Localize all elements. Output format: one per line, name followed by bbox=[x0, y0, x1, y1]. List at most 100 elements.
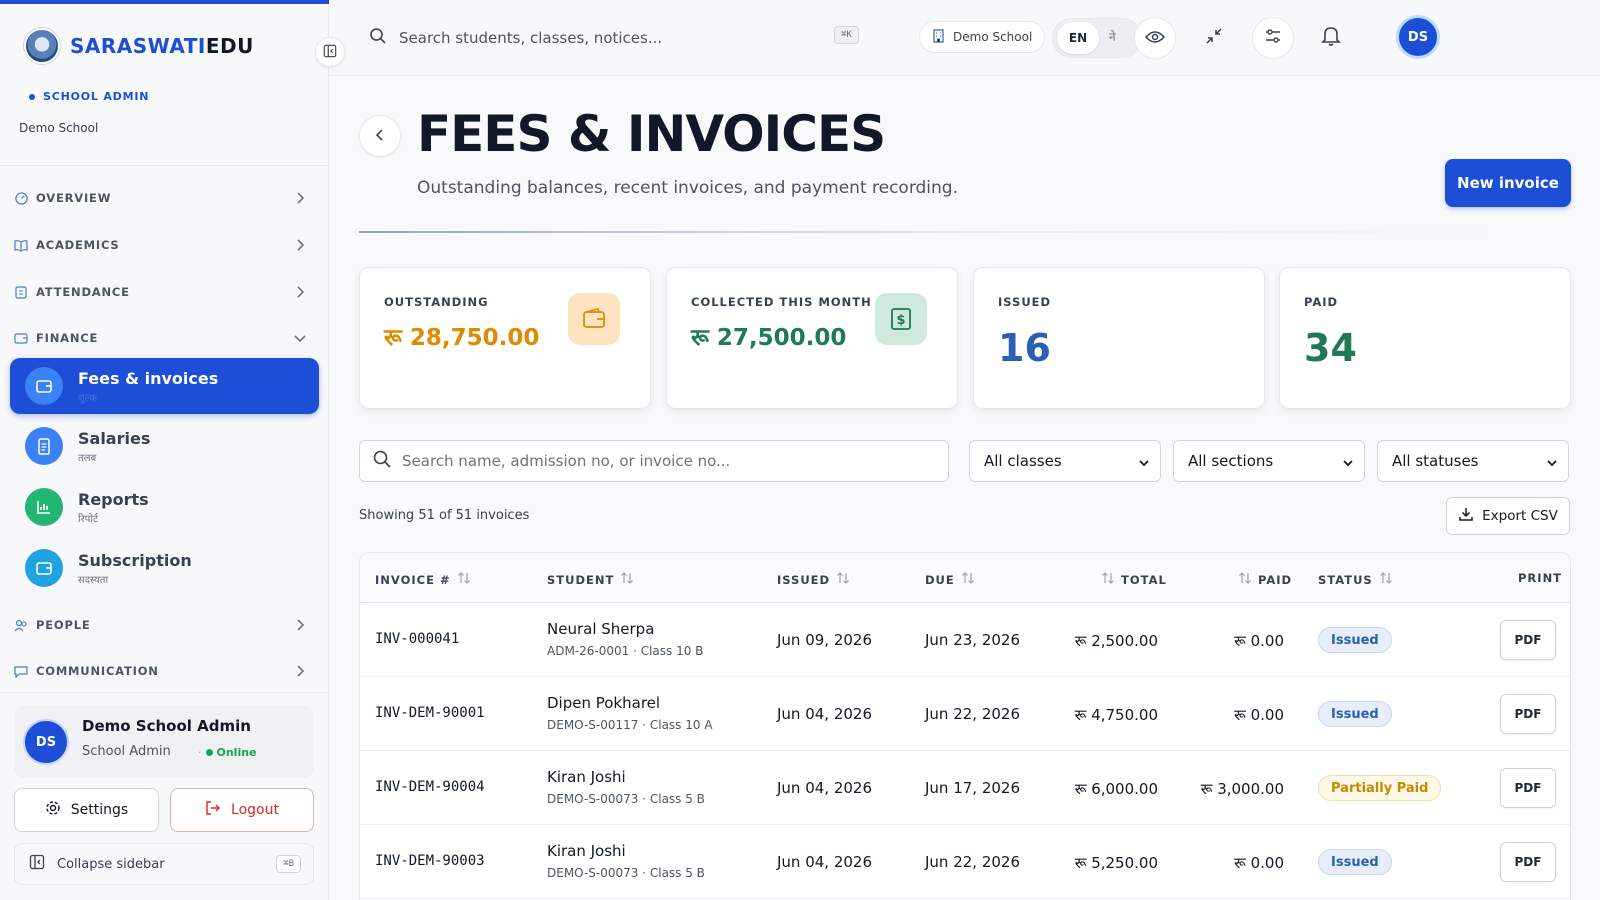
chevron-left-icon bbox=[373, 127, 387, 146]
table-row[interactable]: INV-DEM-90004 Kiran Joshi DEMO-S-00073 ·… bbox=[360, 751, 1570, 825]
stat-label: PAID bbox=[1304, 295, 1339, 309]
brand-part2: EDU bbox=[205, 34, 254, 58]
select-value: All sections bbox=[1188, 452, 1274, 470]
logo-icon bbox=[24, 28, 60, 64]
sidebar-item-sublabel: तलब bbox=[78, 452, 97, 464]
column-header-student[interactable]: STUDENT bbox=[547, 571, 634, 588]
student-name: Dipen Pokharel bbox=[547, 694, 661, 712]
settings-button[interactable]: Settings bbox=[14, 788, 159, 832]
nav-group-label: FINANCE bbox=[36, 331, 99, 345]
stat-value: 16 bbox=[998, 326, 1051, 370]
column-header-issued[interactable]: ISSUED bbox=[777, 571, 850, 588]
nav-group-finance[interactable]: FINANCE bbox=[14, 324, 314, 352]
sidebar-item-subscription[interactable]: Subscription सदस्यता bbox=[10, 540, 319, 596]
settings-label: Settings bbox=[70, 802, 129, 818]
lang-ne-option[interactable]: ने bbox=[1109, 28, 1116, 45]
search-icon bbox=[369, 27, 387, 49]
sidebar-item-fees-invoices[interactable]: Fees & invoices शुल्क bbox=[10, 358, 319, 414]
nav-group-communication[interactable]: COMMUNICATION bbox=[14, 657, 314, 685]
chevron-right-icon bbox=[292, 617, 308, 636]
student-meta: DEMO-S-00073 · Class 5 B bbox=[547, 792, 705, 806]
language-toggle[interactable]: EN ने bbox=[1052, 18, 1142, 58]
table-row[interactable]: INV-DEM-90003 Kiran Joshi DEMO-S-00073 ·… bbox=[360, 825, 1570, 899]
nav-group-overview[interactable]: OVERVIEW bbox=[14, 184, 314, 212]
chevron-right-icon bbox=[292, 237, 308, 256]
table-row[interactable]: INV-000041 Neural Sherpa ADM-26-0001 · C… bbox=[360, 603, 1570, 677]
logout-icon bbox=[205, 800, 221, 820]
print-pdf-button[interactable]: PDF bbox=[1500, 694, 1556, 734]
paid-amount: रू 0.00 bbox=[1234, 632, 1284, 650]
new-invoice-button[interactable]: New invoice bbox=[1445, 159, 1571, 207]
nav-group-label: COMMUNICATION bbox=[36, 664, 159, 678]
print-pdf-button[interactable]: PDF bbox=[1500, 620, 1556, 660]
export-csv-button[interactable]: Export CSV bbox=[1446, 497, 1570, 535]
stat-card-outstanding: OUTSTANDING रू 28,750.00 bbox=[359, 267, 651, 409]
brand[interactable]: SARASWATIEDU bbox=[24, 28, 254, 64]
column-header-total[interactable]: TOTAL bbox=[1101, 571, 1167, 588]
avatar[interactable]: DS bbox=[1396, 15, 1440, 59]
nav-group-label: PEOPLE bbox=[36, 618, 91, 632]
paid-amount: रू 0.00 bbox=[1234, 706, 1284, 724]
sidebar-toggle-button[interactable] bbox=[315, 37, 345, 67]
sliders-icon bbox=[1264, 28, 1282, 48]
preferences-button[interactable] bbox=[1252, 17, 1294, 59]
global-search[interactable]: Search students, classes, notices... ⌘K bbox=[369, 22, 889, 54]
sidebar-item-label: Reports bbox=[78, 489, 149, 509]
sidebar-collapse-icon bbox=[29, 854, 45, 874]
status-filter-select[interactable]: All statuses bbox=[1377, 440, 1569, 482]
book-icon bbox=[14, 238, 28, 252]
divider bbox=[0, 165, 329, 166]
notifications-button[interactable] bbox=[1310, 17, 1352, 59]
logout-label: Logout bbox=[231, 802, 279, 818]
column-header-paid[interactable]: PAID bbox=[1238, 571, 1292, 588]
logout-button[interactable]: Logout bbox=[170, 788, 314, 832]
visibility-button[interactable] bbox=[1134, 17, 1176, 59]
table-header: INVOICE # STUDENT ISSUED DUE TOTAL PAID … bbox=[360, 553, 1570, 603]
sort-icon bbox=[961, 571, 975, 588]
sort-icon bbox=[1379, 571, 1393, 588]
status-badge: Issued bbox=[1318, 701, 1392, 727]
school-switcher[interactable]: Demo School bbox=[919, 21, 1046, 53]
lang-en-option[interactable]: EN bbox=[1057, 22, 1099, 54]
column-header-invoice[interactable]: INVOICE # bbox=[375, 571, 471, 588]
column-header-print: PRINT bbox=[1518, 571, 1562, 585]
sort-icon bbox=[1238, 571, 1252, 588]
nav-group-academics[interactable]: ACADEMICS bbox=[14, 231, 314, 259]
header-label: DUE bbox=[925, 572, 955, 587]
collapse-sidebar-button[interactable]: Collapse sidebar ⌘B bbox=[14, 843, 314, 885]
document-icon bbox=[25, 427, 63, 465]
sidebar-item-reports[interactable]: Reports रिपोर्ट bbox=[10, 479, 319, 535]
sidebar-item-salaries[interactable]: Salaries तलब bbox=[10, 418, 319, 474]
back-button[interactable] bbox=[359, 115, 401, 157]
nav-group-attendance[interactable]: ATTENDANCE bbox=[14, 278, 314, 306]
column-header-status[interactable]: STATUS bbox=[1318, 571, 1393, 588]
sidebar-accent-bar bbox=[0, 0, 329, 4]
paid-amount: रू 0.00 bbox=[1234, 854, 1284, 872]
invoices-table: INVOICE # STUDENT ISSUED DUE TOTAL PAID … bbox=[359, 552, 1571, 900]
header-label: PAID bbox=[1258, 572, 1293, 587]
issued-date: Jun 04, 2026 bbox=[777, 779, 873, 797]
class-filter-select[interactable]: All classes bbox=[969, 440, 1161, 482]
student-meta: DEMO-S-00073 · Class 5 B bbox=[547, 866, 705, 880]
invoice-number: INV-DEM-90003 bbox=[375, 853, 485, 869]
invoice-search-input[interactable]: Search name, admission no, or invoice no… bbox=[359, 440, 949, 482]
role-text: SCHOOL ADMIN bbox=[43, 90, 150, 103]
issued-date: Jun 09, 2026 bbox=[777, 631, 873, 649]
bell-icon bbox=[1321, 25, 1341, 51]
message-icon bbox=[14, 664, 28, 678]
total-amount: रू 2,500.00 bbox=[1074, 632, 1158, 650]
user-card[interactable]: DS Demo School Admin School Admin · Onlin… bbox=[14, 706, 314, 778]
student-name: Neural Sherpa bbox=[547, 620, 655, 638]
stat-value: 34 bbox=[1304, 326, 1357, 370]
table-row[interactable]: INV-DEM-90001 Dipen Pokharel DEMO-S-0011… bbox=[360, 677, 1570, 751]
section-filter-select[interactable]: All sections bbox=[1173, 440, 1365, 482]
sidebar-item-label: Subscription bbox=[78, 550, 192, 570]
column-header-due[interactable]: DUE bbox=[925, 571, 975, 588]
nav-group-people[interactable]: PEOPLE bbox=[14, 611, 314, 639]
stat-card-paid: PAID 34 bbox=[1279, 267, 1571, 409]
minimize-button[interactable] bbox=[1193, 17, 1235, 59]
print-pdf-button[interactable]: PDF bbox=[1500, 768, 1556, 808]
select-value: All statuses bbox=[1392, 452, 1479, 470]
search-icon bbox=[372, 449, 392, 473]
print-pdf-button[interactable]: PDF bbox=[1500, 842, 1556, 882]
